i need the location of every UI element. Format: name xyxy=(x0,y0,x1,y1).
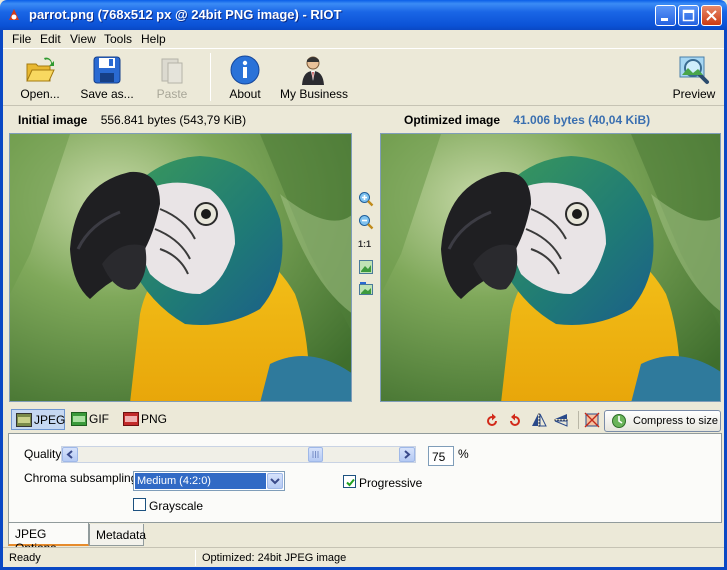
grayscale-checkbox[interactable] xyxy=(133,498,146,511)
gif-format-icon xyxy=(71,412,87,426)
format-gif-label: GIF xyxy=(89,412,109,426)
chevron-down-icon xyxy=(270,478,280,485)
menu-tools[interactable]: Tools xyxy=(104,32,132,46)
my-business-label: My Business xyxy=(280,87,349,101)
initial-image-label: Initial image xyxy=(18,113,88,127)
quality-slider[interactable] xyxy=(61,446,416,463)
menu-bar: File Edit View Tools Help xyxy=(3,30,724,49)
paste-label: Paste xyxy=(156,87,188,101)
quality-value-input[interactable]: 75 xyxy=(428,446,454,466)
zoom-toolbar: 1:1 xyxy=(354,133,378,402)
slider-left-button[interactable] xyxy=(62,447,78,462)
initial-image-pane[interactable] xyxy=(9,133,352,402)
floppy-disk-icon xyxy=(93,56,121,84)
zoom-in-icon[interactable] xyxy=(358,191,374,207)
status-separator xyxy=(195,550,196,566)
optimized-image xyxy=(381,134,720,401)
zoom-out-icon[interactable] xyxy=(358,214,374,230)
menu-help[interactable]: Help xyxy=(141,32,166,46)
compress-label: Compress to size xyxy=(633,415,718,427)
fit-image-icon[interactable] xyxy=(358,259,374,275)
save-as-label: Save as... xyxy=(80,87,134,101)
menu-view[interactable]: View xyxy=(70,32,96,46)
window-title: parrot.png (768x512 px @ 24bit PNG image… xyxy=(29,7,342,22)
chevron-left-icon xyxy=(66,450,73,459)
grip-icon xyxy=(312,451,319,458)
chevron-right-icon xyxy=(404,450,411,459)
my-business-button[interactable]: My Business xyxy=(280,49,349,105)
minimize-button[interactable] xyxy=(655,5,676,26)
businessman-icon xyxy=(302,56,324,85)
slider-thumb[interactable] xyxy=(308,447,323,462)
optimized-image-info: Optimized image 41.006 bytes (40,04 KiB) xyxy=(404,113,650,127)
status-bar: Ready Optimized: 24bit JPEG image xyxy=(3,547,724,567)
info-icon xyxy=(230,55,260,85)
menu-edit[interactable]: Edit xyxy=(40,32,61,46)
quality-unit: % xyxy=(458,447,469,461)
slider-right-button[interactable] xyxy=(399,447,415,462)
format-bar: JPEG GIF PNG Compress to size xyxy=(3,407,724,432)
quality-label: Quality xyxy=(24,447,62,461)
format-tab-jpeg[interactable]: JPEG xyxy=(11,409,65,430)
toolbar-separator xyxy=(210,53,211,101)
format-png-label: PNG xyxy=(141,412,168,426)
status-optimized: Optimized: 24bit JPEG image xyxy=(202,552,347,564)
tab-metadata[interactable]: Metadata xyxy=(89,524,146,546)
grayscale-label: Grayscale xyxy=(149,499,204,513)
optimized-image-label: Optimized image xyxy=(404,113,501,127)
open-button[interactable]: Open... xyxy=(15,49,65,105)
folder-open-icon xyxy=(26,57,55,82)
maximize-icon xyxy=(682,9,695,22)
status-ready: Ready xyxy=(9,552,41,564)
image-info-row: Initial image 556.841 bytes (543,79 KiB)… xyxy=(3,107,724,133)
title-bar[interactable]: parrot.png (768x512 px @ 24bit PNG image… xyxy=(0,0,727,30)
crop-icon[interactable] xyxy=(584,412,600,428)
format-tab-gif[interactable]: GIF xyxy=(67,409,115,430)
close-button[interactable] xyxy=(701,5,722,26)
progressive-label: Progressive xyxy=(359,476,423,490)
rotate-right-icon[interactable] xyxy=(507,412,523,428)
close-icon xyxy=(706,10,717,21)
optimized-image-pane[interactable] xyxy=(380,133,721,402)
initial-image xyxy=(10,134,351,401)
png-format-icon xyxy=(123,412,139,426)
app-icon xyxy=(9,9,19,20)
chroma-subsampling-select[interactable]: Medium (4:2:0) xyxy=(133,471,285,491)
magnifier-icon xyxy=(679,56,709,84)
about-button[interactable]: About xyxy=(225,49,265,105)
open-label: Open... xyxy=(20,87,60,101)
jpeg-options-panel: Quality 75 % Chroma subsampling Medium (… xyxy=(8,433,722,523)
toolbar: Open... Save as... Paste About My Busine… xyxy=(3,49,724,106)
format-bar-separator xyxy=(578,411,579,429)
preview-button[interactable]: Preview xyxy=(671,49,717,105)
progressive-checkbox[interactable] xyxy=(343,475,356,488)
checkmark-icon xyxy=(346,478,355,487)
menu-file[interactable]: File xyxy=(12,32,31,46)
initial-image-info: Initial image 556.841 bytes (543,79 KiB) xyxy=(18,113,246,127)
swap-view-icon[interactable] xyxy=(358,281,374,297)
format-tab-png[interactable]: PNG xyxy=(119,409,175,430)
jpeg-format-icon xyxy=(16,413,32,427)
flip-horizontal-icon[interactable] xyxy=(531,412,547,428)
compress-to-size-button[interactable]: Compress to size xyxy=(604,410,721,432)
flip-vertical-icon[interactable] xyxy=(553,412,569,428)
minimize-icon xyxy=(661,18,668,21)
tab-jpeg-options[interactable]: JPEG Options xyxy=(8,523,89,555)
initial-image-size: 556.841 bytes (543,79 KiB) xyxy=(100,113,247,127)
about-label: About xyxy=(229,87,261,101)
actual-size-button[interactable]: 1:1 xyxy=(358,239,371,249)
preview-label: Preview xyxy=(672,87,716,101)
save-as-button[interactable]: Save as... xyxy=(79,49,135,105)
rotate-left-icon[interactable] xyxy=(484,412,500,428)
optimized-image-size: 41.006 bytes (40,04 KiB) xyxy=(513,113,651,127)
format-jpeg-label: JPEG xyxy=(34,413,66,427)
paste-button[interactable]: Paste xyxy=(149,49,195,105)
paste-icon xyxy=(161,58,183,84)
maximize-button[interactable] xyxy=(678,5,699,26)
chroma-label: Chroma subsampling xyxy=(24,471,138,485)
chroma-dropdown-button[interactable] xyxy=(267,473,283,489)
chroma-selected-value: Medium (4:2:0) xyxy=(135,473,266,489)
compress-icon xyxy=(612,414,626,428)
